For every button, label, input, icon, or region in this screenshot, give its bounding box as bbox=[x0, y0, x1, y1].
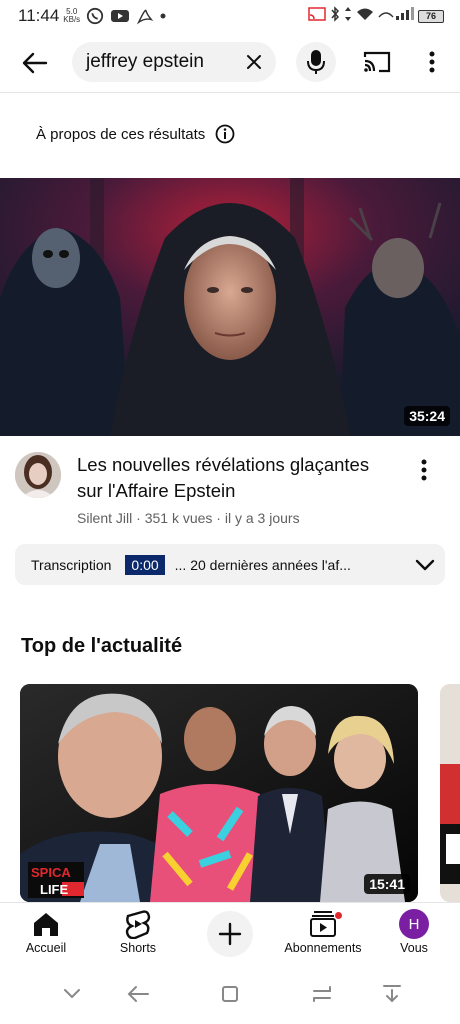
transcript-bar[interactable]: Transcription 0:00 ... 20 dernières anné… bbox=[15, 544, 445, 585]
bluetooth-icon bbox=[330, 6, 340, 26]
cast-status-icon bbox=[308, 7, 326, 25]
nav-subscriptions-label: Abonnements bbox=[284, 941, 362, 955]
news-video-card-partial[interactable] bbox=[440, 684, 460, 902]
expand-transcript-button[interactable] bbox=[405, 559, 445, 571]
data-arrows-icon bbox=[344, 6, 352, 26]
recents-icon bbox=[313, 986, 331, 1002]
arrow-left-icon bbox=[22, 52, 48, 74]
channel-logo: SPICA LIFE bbox=[28, 862, 84, 898]
battery-indicator: 76 bbox=[418, 9, 444, 23]
chevron-down-icon bbox=[64, 989, 80, 999]
shorts-icon bbox=[125, 907, 151, 941]
status-icons: 76 bbox=[308, 6, 444, 26]
news-video-card[interactable]: SPICA LIFE 15:41 bbox=[20, 684, 418, 902]
wifi-icon bbox=[356, 7, 374, 25]
section-title: Top de l'actualité bbox=[21, 635, 183, 657]
youtube-icon bbox=[110, 8, 130, 24]
notification-dot bbox=[334, 911, 343, 920]
search-query[interactable]: jeffrey epstein bbox=[86, 51, 238, 73]
nav-home-label: Accueil bbox=[25, 941, 67, 955]
pull-down-icon bbox=[383, 985, 401, 1003]
transcript-snippet: ... 20 dernières années l'af... bbox=[174, 556, 351, 573]
header-divider bbox=[0, 92, 460, 93]
cast-button[interactable] bbox=[360, 46, 394, 78]
add-icon bbox=[218, 922, 242, 946]
channel-avatar[interactable] bbox=[15, 452, 61, 498]
hide-keyboard-button[interactable] bbox=[57, 982, 87, 1006]
square-icon bbox=[222, 986, 238, 1002]
network-speed: 5.0 KB/s bbox=[63, 7, 81, 24]
acrobat-icon bbox=[136, 7, 154, 25]
search-header: jeffrey epstein bbox=[0, 32, 460, 92]
arrow-left-icon bbox=[127, 986, 149, 1002]
view-count: 351 k vues bbox=[144, 510, 213, 526]
status-time: 11:44 bbox=[18, 6, 60, 25]
nav-home[interactable]: Accueil bbox=[21, 903, 71, 955]
about-results-link[interactable]: À propos de ces résultats bbox=[36, 124, 235, 144]
chevron-down-icon bbox=[415, 559, 435, 570]
microphone-icon bbox=[307, 50, 325, 74]
channel-name[interactable]: Silent Jill bbox=[77, 510, 132, 526]
upload-age: il y a 3 jours bbox=[224, 510, 300, 526]
thumbnail-image bbox=[0, 178, 460, 436]
info-icon bbox=[215, 124, 235, 144]
channel-avatar-image bbox=[15, 452, 61, 498]
video-more-button[interactable] bbox=[410, 454, 438, 486]
video-meta: Silent Jill · 351 k vues · il y a 3 jour… bbox=[77, 510, 300, 526]
video-title[interactable]: Les nouvelles révélations glaçantes sur … bbox=[77, 452, 377, 504]
avatar: H bbox=[399, 907, 429, 941]
subscriptions-icon bbox=[309, 907, 343, 941]
video-duration: 35:24 bbox=[404, 406, 450, 426]
about-results-label: À propos de ces résultats bbox=[36, 125, 206, 143]
search-input[interactable]: jeffrey epstein bbox=[72, 42, 276, 82]
system-notifications-button[interactable] bbox=[377, 982, 407, 1006]
signal-icon bbox=[378, 7, 414, 25]
nav-shorts[interactable]: Shorts bbox=[113, 903, 163, 955]
close-icon bbox=[247, 55, 261, 69]
transcript-timestamp[interactable]: 0:00 bbox=[125, 554, 165, 575]
status-bar: 11:44 5.0 KB/s 76 bbox=[0, 0, 460, 32]
back-button[interactable] bbox=[20, 48, 50, 78]
clear-search-button[interactable] bbox=[238, 46, 270, 78]
dot-icon bbox=[160, 13, 166, 19]
nav-you[interactable]: H Vous bbox=[394, 903, 434, 955]
user-avatar: H bbox=[399, 909, 429, 939]
system-back-button[interactable] bbox=[123, 982, 153, 1006]
transcript-label: Transcription bbox=[31, 556, 112, 573]
create-button[interactable] bbox=[207, 911, 253, 957]
nav-subscriptions[interactable]: Abonnements bbox=[281, 903, 365, 955]
svg-text:SPICA: SPICA bbox=[31, 865, 71, 880]
news-video-duration: 15:41 bbox=[364, 874, 410, 894]
news-thumbnail-image bbox=[440, 684, 460, 902]
video-thumbnail[interactable]: 35:24 bbox=[0, 178, 460, 436]
system-navigation-bar bbox=[0, 964, 460, 1024]
more-options-button[interactable] bbox=[418, 46, 446, 78]
svg-text:LIFE: LIFE bbox=[40, 882, 68, 897]
system-home-button[interactable] bbox=[215, 982, 245, 1006]
more-vert-icon bbox=[421, 459, 427, 481]
nav-you-label: Vous bbox=[400, 941, 428, 955]
voice-search-button[interactable] bbox=[296, 42, 336, 82]
whatsapp-icon bbox=[86, 7, 104, 25]
nav-shorts-label: Shorts bbox=[119, 941, 157, 955]
home-icon bbox=[32, 907, 60, 941]
system-recents-button[interactable] bbox=[307, 982, 337, 1006]
more-vert-icon bbox=[429, 51, 435, 73]
cast-icon bbox=[363, 51, 391, 73]
bottom-navigation: Accueil Shorts Abonnements H Vous bbox=[0, 902, 460, 964]
